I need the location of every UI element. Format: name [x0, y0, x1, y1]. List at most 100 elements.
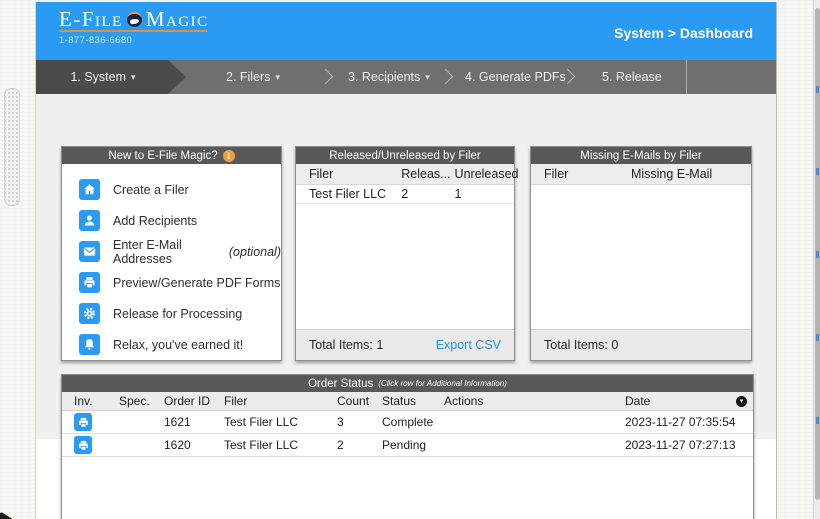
- link-label-suffix: (optional): [229, 245, 281, 259]
- column-filer: Filer: [224, 394, 337, 408]
- link-preview-generate-pdf[interactable]: Preview/Generate PDF Forms: [79, 267, 281, 298]
- total-items-label: Total Items: 0: [544, 338, 618, 352]
- order-status-panel: Order Status (Click row for Additional I…: [61, 374, 754, 519]
- released-table-body-empty: [296, 204, 514, 329]
- getting-started-title: New to E-File Magic?: [108, 150, 217, 162]
- column-menu-chevron-icon[interactable]: ▾: [736, 396, 747, 407]
- missing-emails-panel: Missing E-Mails by Filer Filer Missing E…: [530, 146, 752, 361]
- nav-tab-system[interactable]: 1. System ▾: [36, 60, 186, 94]
- cell-order-id: 1621: [164, 415, 224, 429]
- chevron-down-icon: ▾: [131, 72, 136, 83]
- gear-icon: [79, 303, 100, 324]
- column-order-id: Order ID: [164, 394, 224, 408]
- order-status-subtitle: (Click row for Additional Information): [378, 379, 507, 388]
- cell-status: Pending: [382, 438, 444, 452]
- getting-started-header: New to E-File Magic? i: [62, 147, 281, 164]
- page-scrollbar[interactable]: [813, 0, 820, 519]
- logo-text-magic: Magic: [146, 9, 209, 29]
- link-create-a-filer[interactable]: Create a Filer: [79, 174, 281, 205]
- link-label: Release for Processing: [113, 307, 242, 321]
- released-panel-title: Released/Unreleased by Filer: [329, 150, 481, 162]
- efile-magic-logo[interactable]: E-File Magic 1-877-836-6680: [59, 9, 209, 46]
- app-header: E-File Magic 1-877-836-6680 System > Das…: [36, 2, 776, 60]
- nav-tab-recipients[interactable]: 3. Recipients ▾: [348, 60, 430, 94]
- missing-table-header: Filer Missing E-Mail: [531, 164, 751, 185]
- cell-count: 3: [337, 415, 382, 429]
- breadcrumb: System > Dashboard: [614, 25, 753, 41]
- order-status-header: Order Status (Click row for Additional I…: [62, 375, 753, 392]
- cell-date: 2023-11-27 07:27:13: [625, 438, 753, 452]
- home-icon: [79, 179, 100, 200]
- column-spec: Spec.: [119, 394, 164, 408]
- page-edge-artifact: [816, 251, 819, 258]
- nav-tab-label: 2. Filers: [226, 70, 270, 84]
- missing-panel-footer: Total Items: 0: [531, 329, 751, 360]
- cell-order-id: 1620: [164, 438, 224, 452]
- column-count: Count: [337, 394, 382, 408]
- link-release-for-processing[interactable]: Release for Processing: [79, 298, 281, 329]
- printer-icon[interactable]: [74, 436, 92, 454]
- order-row-1621[interactable]: 1621 Test Filer LLC 3 Complete 2023-11-2…: [62, 411, 753, 434]
- printer-icon[interactable]: [74, 413, 92, 431]
- cell-count: 2: [337, 438, 382, 452]
- column-date: Date: [625, 394, 753, 408]
- missing-panel-header: Missing E-Mails by Filer: [531, 147, 751, 164]
- link-enter-emails[interactable]: Enter E-Mail Addresses (optional): [79, 236, 281, 267]
- globe-icon: [127, 12, 142, 27]
- page-edge-artifact: [816, 168, 819, 175]
- app-window: E-File Magic 1-877-836-6680 System > Das…: [35, 2, 777, 519]
- order-status-title: Order Status: [308, 378, 373, 390]
- link-relax[interactable]: Relax, you've earned it!: [79, 329, 281, 360]
- link-label: Relax, you've earned it!: [113, 338, 243, 352]
- column-filer: Filer: [544, 167, 631, 181]
- order-row-1620[interactable]: 1620 Test Filer LLC 2 Pending 2023-11-27…: [62, 434, 753, 457]
- logo-text-efile: E-File: [59, 9, 123, 29]
- total-items-label: Total Items: 1: [309, 338, 383, 352]
- link-label: Add Recipients: [113, 214, 197, 228]
- envelope-icon: [79, 241, 100, 262]
- phone-number: 1-877-836-6680: [59, 35, 209, 46]
- cell-status: Complete: [382, 415, 444, 429]
- nav-tab-generate-pdfs[interactable]: 4. Generate PDFs: [465, 60, 566, 94]
- cell-filer: Test Filer LLC: [309, 187, 401, 201]
- link-add-recipients[interactable]: Add Recipients: [79, 205, 281, 236]
- cell-filer: Test Filer LLC: [224, 438, 337, 452]
- user-icon: [79, 210, 100, 231]
- released-table-row[interactable]: Test Filer LLC 2 1: [296, 185, 514, 204]
- column-released: Releas...: [401, 167, 454, 181]
- page-edge-artifact: [816, 334, 819, 341]
- nav-tab-filers[interactable]: 2. Filers ▾: [226, 60, 280, 94]
- column-missing-email: Missing E-Mail: [631, 167, 751, 181]
- getting-started-list: Create a Filer Add Recipients Enter E-Ma…: [62, 164, 281, 360]
- nav-arrow-separator: [318, 69, 334, 85]
- getting-started-panel: New to E-File Magic? i Create a Filer Ad…: [61, 146, 282, 361]
- nav-tab-label: 4. Generate PDFs: [465, 70, 566, 84]
- page-edge-artifact: [816, 417, 819, 424]
- step-navbar: 1. System ▾ 2. Filers ▾ 3. Recipients ▾ …: [36, 60, 776, 94]
- cell-filer: Test Filer LLC: [224, 415, 337, 429]
- binding-strip-decoration: [4, 88, 20, 206]
- released-unreleased-panel: Released/Unreleased by Filer Filer Relea…: [295, 146, 515, 361]
- cell-date: 2023-11-27 07:35:54: [625, 415, 753, 429]
- info-circle-icon[interactable]: i: [223, 150, 235, 162]
- missing-table-body-empty: [531, 185, 751, 329]
- released-panel-footer: Total Items: 1 Export CSV: [296, 329, 514, 360]
- export-csv-link[interactable]: Export CSV: [436, 338, 501, 352]
- cell-released: 2: [401, 187, 454, 201]
- nav-divider: [686, 60, 687, 94]
- column-filer: Filer: [309, 167, 401, 181]
- orders-table-header: Inv. Spec. Order ID Filer Count Status A…: [62, 392, 753, 411]
- released-table-header: Filer Releas... Unreleased: [296, 164, 514, 185]
- column-unreleased: Unreleased: [455, 167, 514, 181]
- nav-arrow-separator: [438, 69, 454, 85]
- nav-tab-label: 1. System: [70, 70, 126, 84]
- chevron-down-icon: ▾: [275, 72, 280, 83]
- cell-unreleased: 1: [455, 187, 514, 201]
- link-label: Create a Filer: [113, 183, 189, 197]
- nav-tab-release[interactable]: 5. Release: [602, 60, 662, 94]
- column-inv: Inv.: [74, 394, 119, 408]
- page-edge-artifact: [816, 86, 819, 93]
- released-panel-header: Released/Unreleased by Filer: [296, 147, 514, 164]
- nav-tab-label: 5. Release: [602, 70, 662, 84]
- chevron-down-icon: ▾: [425, 72, 430, 83]
